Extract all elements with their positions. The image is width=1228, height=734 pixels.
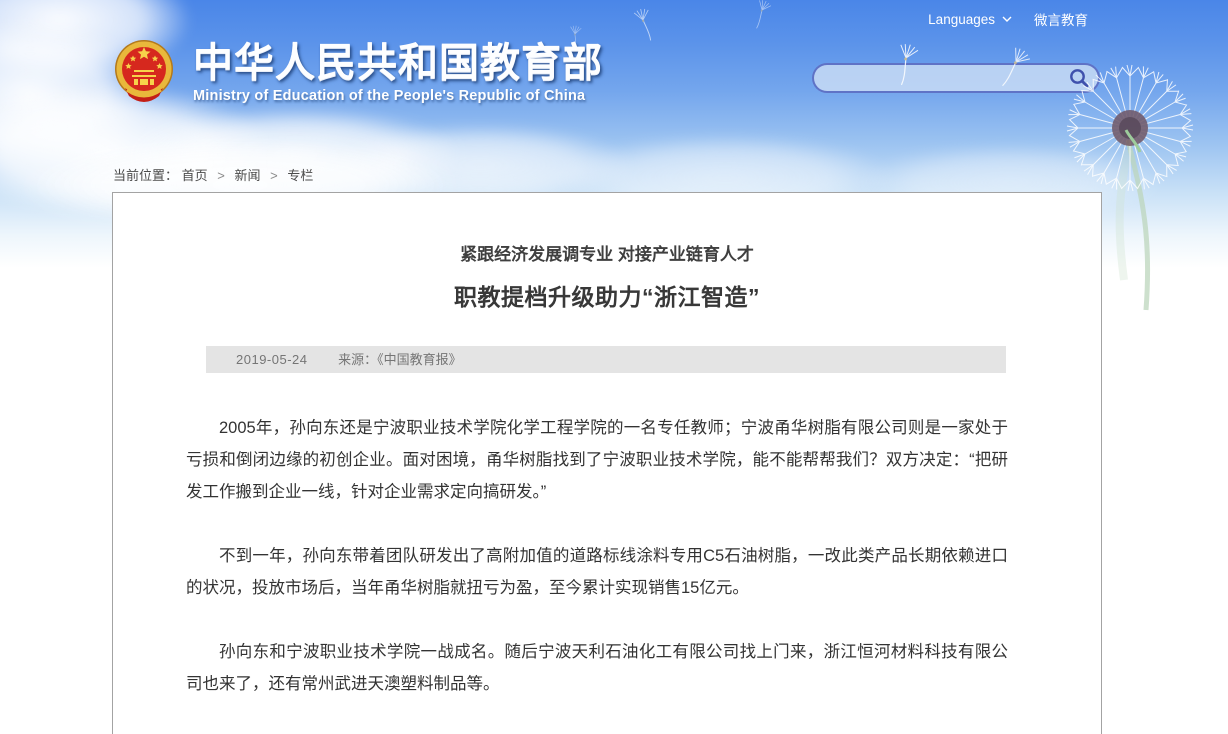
article-paragraph: 孙向东和宁波职业技术学院一战成名。随后宁波天利石油化工有限公司找上门来，浙江恒河… [186,636,1008,700]
article-source-name: 《中国教育报》 [377,352,462,367]
article-paragraph: 2005年，孙向东还是宁波职业技术学院化学工程学院的一名专任教师；宁波甬华树脂有… [186,412,1008,508]
brand-text: 中华人民共和国教育部 Ministry of Education of the … [193,38,603,106]
article-source-label: 来源： [338,352,377,367]
languages-label: Languages [928,12,995,27]
breadcrumb-label: 当前位置： [113,168,178,183]
breadcrumb-separator: > [270,168,278,183]
site-title-zh: 中华人民共和国教育部 [193,40,603,86]
breadcrumb-column[interactable]: 专栏 [287,168,313,183]
site-title-en: Ministry of Education of the People's Re… [193,88,603,104]
languages-menu[interactable]: Languages [928,12,1012,27]
article-panel: 紧跟经济发展调专业 对接产业链育人才 职教提档升级助力“浙江智造” 2019-0… [112,192,1102,734]
article-paragraph: 不到一年，孙向东带着团队研发出了高附加值的道路标线涂料专用C5石油树脂，一改此类… [186,540,1008,604]
breadcrumb-separator: > [217,168,225,183]
article-source: 来源：《中国教育报》 [338,352,462,367]
article-title: 职教提档升级助力“浙江智造” [113,282,1101,312]
national-emblem-icon [113,38,175,106]
search-box [812,63,1100,93]
weiyan-edu-link[interactable]: 微言教育 [1034,9,1088,29]
breadcrumb-home[interactable]: 首页 [182,168,208,183]
site-logo[interactable]: 中华人民共和国教育部 Ministry of Education of the … [113,38,603,106]
search-button[interactable] [1064,65,1094,91]
article-body: 2005年，孙向东还是宁波职业技术学院化学工程学院的一名专任教师；宁波甬华树脂有… [113,412,1101,734]
article-date: 2019-05-24 [236,352,308,367]
search-input[interactable] [814,65,1064,91]
topbar: Languages 微言教育 [928,9,1088,29]
breadcrumb: 当前位置： 首页 > 新闻 > 专栏 [113,165,313,184]
chevron-down-icon [1002,16,1012,22]
page-root: Languages 微言教育 [0,0,1228,734]
article-kicker: 紧跟经济发展调专业 对接产业链育人才 [113,245,1101,265]
article-meta-bar: 2019-05-24 来源：《中国教育报》 [206,346,1006,373]
search-icon [1068,67,1090,89]
breadcrumb-news[interactable]: 新闻 [235,168,261,183]
